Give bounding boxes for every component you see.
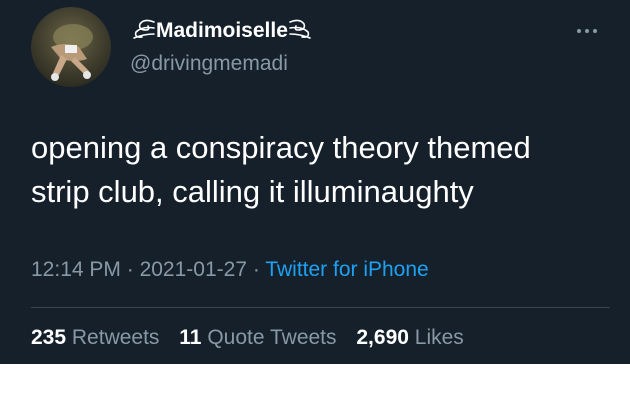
tweet-text-line: strip club, calling it illuminaughty [31,174,474,209]
tweet-meta: 12:14 PM · 2021-01-27 · Twitter for iPho… [31,258,429,282]
divider [31,307,610,308]
tweet-card: Madimoiselle @drivingmemadi opening a co… [0,0,630,364]
retweets-label: Retweets [71,326,160,349]
likes-label: Likes [414,326,464,349]
quote-tweets-label: Quote Tweets [207,326,337,349]
tweet-time[interactable]: 12:14 PM [31,258,121,281]
flourish-left-icon [133,19,155,39]
display-name[interactable]: Madimoiselle [130,18,314,43]
meta-separator: · [252,258,260,281]
tweet-stats: 235 Retweets 11 Quote Tweets 2,690 Likes [31,326,478,350]
display-name-text: Madimoiselle [156,19,288,42]
more-icon [577,29,597,33]
retweets-stat[interactable]: 235 Retweets [31,326,159,349]
quote-tweets-stat[interactable]: 11 Quote Tweets [179,326,336,349]
likes-count: 2,690 [356,326,409,349]
tweet-text-line: opening a conspiracy theory themed [31,130,531,165]
avatar[interactable] [31,7,111,87]
flourish-right-icon [289,19,311,39]
retweets-count: 235 [31,326,67,349]
more-options-button[interactable] [574,25,600,37]
avatar-image [31,7,111,87]
user-handle[interactable]: @drivingmemadi [130,52,288,76]
likes-stat[interactable]: 2,690 Likes [356,326,463,349]
tweet-text: opening a conspiracy theory themed strip… [31,126,611,214]
quote-tweets-count: 11 [179,326,202,349]
meta-separator: · [126,258,134,281]
tweet-date[interactable]: 2021-01-27 [140,258,247,281]
tweet-source-link[interactable]: Twitter for iPhone [265,258,428,281]
